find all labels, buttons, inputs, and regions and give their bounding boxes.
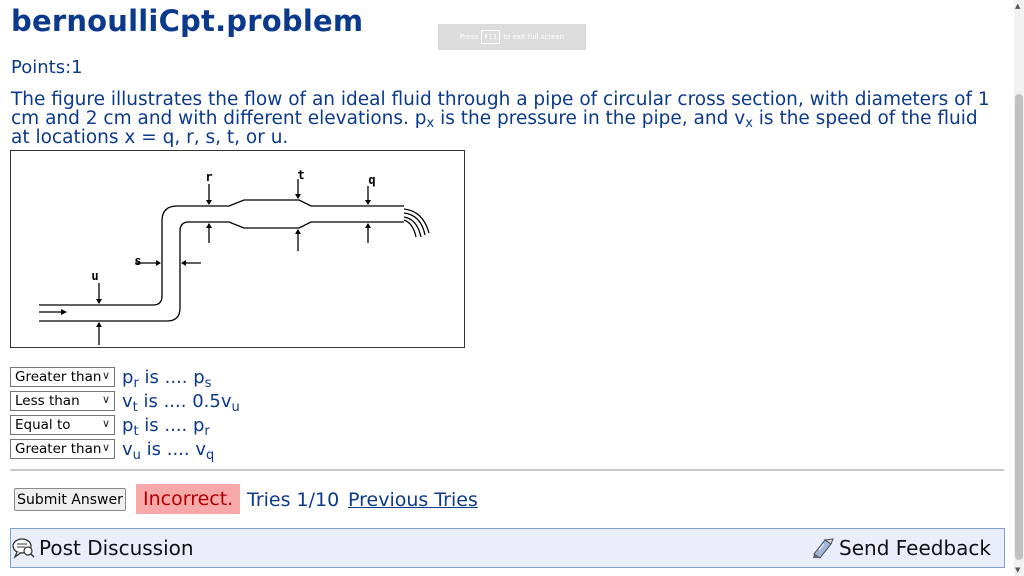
expr-lhs: v [122,438,133,460]
chevron-down-icon: ∨ [101,441,110,454]
answer-row-3: Equal to ∨ pt is .... pr [10,414,210,439]
label-t: t [297,168,304,182]
question-sub2: x [745,116,753,131]
label-s: s [134,254,141,268]
expr-rhs-sub: u [231,399,240,415]
answer-select-4-value: Greater than [15,441,102,457]
answer-select-3[interactable]: Equal to ∨ [10,415,115,435]
vertical-scrollbar[interactable]: ▲ ▼ [1014,0,1024,576]
spray-line [403,208,430,234]
previous-tries-link[interactable]: Previous Tries [348,489,478,511]
send-feedback-label: Send Feedback [839,536,991,560]
fullscreen-hint-pre: Press [459,33,479,41]
fullscreen-hint: Press F11 to exit full screen [438,24,586,50]
scroll-down-icon[interactable]: ▼ [1015,566,1020,574]
answer-row-2: Less than ∨ vt is .... 0.5vu [10,390,240,415]
scroll-up-icon[interactable]: ▲ [1015,2,1020,10]
question-text: The figure illustrates the flow of an id… [11,90,1001,147]
question-part2: is the pressure in the pipe, and v [434,108,746,129]
answer-select-4[interactable]: Greater than ∨ [10,439,115,459]
expr-lhs: p [122,414,134,436]
discussion-icon [12,538,35,559]
expr-rhs: p [192,414,205,436]
answer-row-4: Greater than ∨ vu is .... vq [10,438,215,463]
expr-mid: is .... [138,414,193,436]
page-title: bernoulliCpt.problem [11,4,364,38]
pipe-diagram: r t q s u [39,168,430,345]
expr-rhs-sub: s [204,375,212,391]
expr-lhs-sub: u [132,447,141,463]
expr-mid: is .... [138,366,194,388]
points-label: Points:1 [11,57,83,78]
scrollbar-thumb[interactable] [1015,94,1023,560]
expr-lhs: p [122,366,134,388]
submit-answer-button[interactable]: Submit Answer [14,488,126,511]
chevron-down-icon: ∨ [101,393,110,406]
fullscreen-hint-key: F11 [481,30,501,44]
answer-expression-3: pt is .... pr [122,414,210,439]
answer-expression-4: vu is .... vq [122,438,215,463]
answer-select-1[interactable]: Greater than ∨ [10,367,115,387]
expr-rhs-sub: r [204,423,210,439]
label-r: r [205,170,212,184]
send-feedback-button[interactable]: Send Feedback [811,536,991,560]
expr-mid: is .... [137,390,193,412]
status-badge: Incorrect. [136,484,241,514]
answer-select-3-value: Equal to [15,417,71,433]
divider [10,469,1004,471]
post-discussion-button[interactable]: Post Discussion [11,536,194,560]
chevron-down-icon: ∨ [101,417,110,430]
fullscreen-hint-post: to exit full screen [503,33,565,41]
tries-count: Tries 1/10 [247,489,340,511]
expr-rhs: v [195,438,206,460]
label-u: u [91,269,98,283]
answer-select-2[interactable]: Less than ∨ [10,391,115,411]
discussion-bar: Post Discussion Send Feedback [10,528,1005,568]
expr-mid: is .... [140,438,196,460]
answer-row-1: Greater than ∨ pr is .... ps [10,366,212,391]
pipe-upper-wall [39,199,404,306]
post-discussion-label: Post Discussion [39,536,194,560]
expr-rhs-sub: q [206,447,215,463]
answer-expression-1: pr is .... ps [122,366,212,391]
problem-page: bernoulliCpt.problem Press F11 to exit f… [0,0,1014,576]
expr-lhs: v [122,390,133,412]
feedback-icon [813,538,834,559]
answer-select-2-value: Less than [15,393,80,409]
pipe-figure: r t q s u [10,150,465,348]
expr-rhs: 0.5v [192,390,232,412]
label-q: q [368,173,375,187]
expr-rhs: p [193,366,205,388]
answer-select-1-value: Greater than [15,369,102,385]
chevron-down-icon: ∨ [101,369,110,382]
answer-expression-2: vt is .... 0.5vu [122,390,240,415]
